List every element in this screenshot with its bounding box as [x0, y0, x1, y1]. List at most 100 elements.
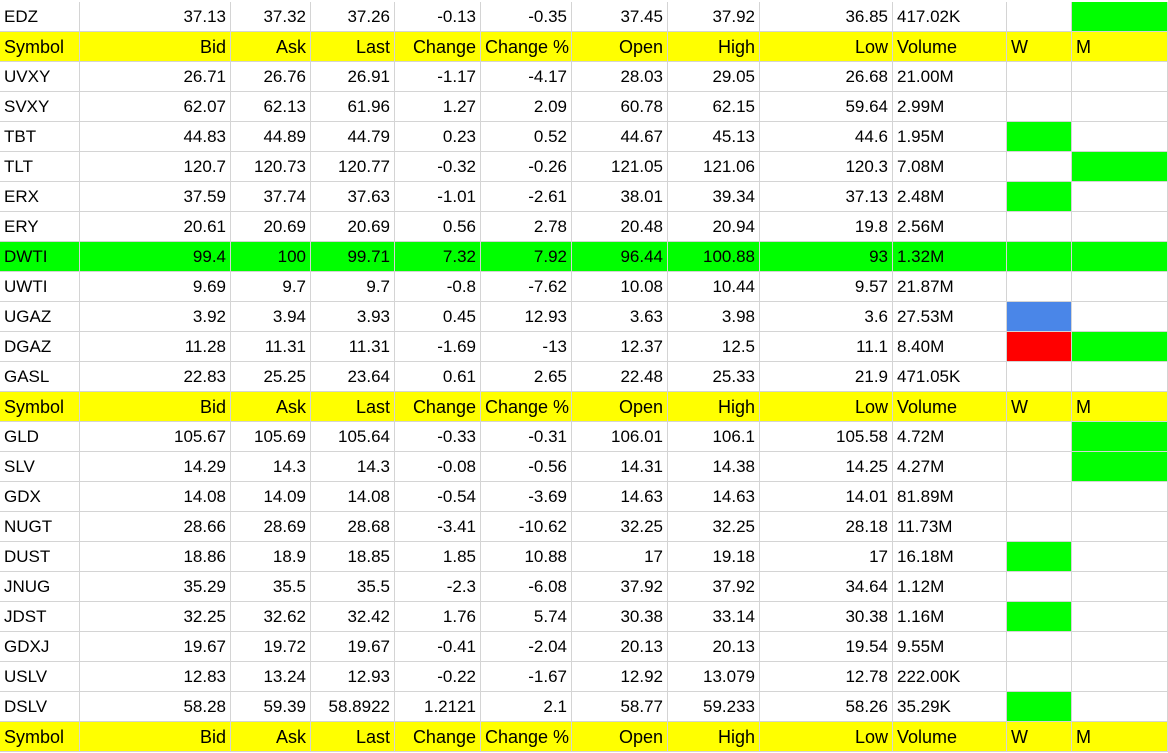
cell-open[interactable]: 20.48 [572, 212, 668, 242]
w-flag-cell[interactable] [1007, 542, 1072, 572]
cell-low[interactable]: 34.64 [760, 572, 893, 602]
m-flag-cell[interactable] [1072, 482, 1168, 512]
cell-symbol[interactable]: USLV [0, 662, 80, 692]
cell-low[interactable]: 12.78 [760, 662, 893, 692]
cell-change-pct[interactable]: -0.56 [481, 452, 572, 482]
cell-high[interactable]: 37.92 [668, 2, 760, 32]
table-row[interactable]: JNUG 35.29 35.5 35.5 -2.3 -6.08 37.92 37.92 34.6… [0, 572, 1168, 602]
cell-change[interactable]: -1.69 [395, 332, 481, 362]
cell-bid[interactable]: 37.13 [80, 2, 231, 32]
cell-volume[interactable]: 2.48M [893, 182, 1007, 212]
cell-low[interactable]: 120.3 [760, 152, 893, 182]
cell-ask[interactable]: 37.32 [231, 2, 311, 32]
cell-change[interactable]: -1.17 [395, 62, 481, 92]
cell-symbol[interactable]: SLV [0, 452, 80, 482]
cell-high[interactable]: 106.1 [668, 422, 760, 452]
cell-open[interactable]: 30.38 [572, 602, 668, 632]
cell-open[interactable]: 32.25 [572, 512, 668, 542]
column-header-symbol[interactable]: Symbol [0, 722, 80, 752]
highlighted-row[interactable]: DWTI 99.4 100 99.71 7.32 7.92 96.44 100.88 93 1.3… [0, 242, 1168, 272]
table-row[interactable]: ERX 37.59 37.74 37.63 -1.01 -2.61 38.01 39.34 37… [0, 182, 1168, 212]
w-flag-cell[interactable] [1007, 2, 1072, 32]
cell-high[interactable]: 59.233 [668, 692, 760, 722]
column-header-change-pct[interactable]: Change % [481, 392, 572, 422]
w-flag-cell[interactable] [1007, 272, 1072, 302]
column-header-symbol[interactable]: Symbol [0, 32, 80, 62]
cell-change[interactable]: -0.08 [395, 452, 481, 482]
cell-bid[interactable]: 62.07 [80, 92, 231, 122]
column-header-change-pct[interactable]: Change % [481, 722, 572, 752]
w-flag-cell[interactable] [1007, 62, 1072, 92]
cell-change[interactable]: -3.41 [395, 512, 481, 542]
cell-ask[interactable]: 19.72 [231, 632, 311, 662]
cell-low[interactable]: 3.6 [760, 302, 893, 332]
cell-low[interactable]: 9.57 [760, 272, 893, 302]
cell-open[interactable]: 12.37 [572, 332, 668, 362]
cell-last[interactable]: 14.3 [311, 452, 395, 482]
spreadsheet-grid[interactable]: EDZ 37.13 37.32 37.26 -0.13 -0.35 37.45 37.92 36… [0, 0, 1168, 753]
cell-last[interactable]: 28.68 [311, 512, 395, 542]
column-header-m[interactable]: M [1072, 32, 1168, 62]
column-header-bid[interactable]: Bid [80, 392, 231, 422]
column-header-m[interactable]: M [1072, 392, 1168, 422]
column-header-low[interactable]: Low [760, 32, 893, 62]
cell-open[interactable]: 14.63 [572, 482, 668, 512]
cell-ask[interactable]: 105.69 [231, 422, 311, 452]
cell-low[interactable]: 14.01 [760, 482, 893, 512]
cell-ask[interactable]: 59.39 [231, 692, 311, 722]
column-header-last[interactable]: Last [311, 722, 395, 752]
column-header-bid[interactable]: Bid [80, 32, 231, 62]
cell-open[interactable]: 12.92 [572, 662, 668, 692]
w-flag-cell[interactable] [1007, 152, 1072, 182]
cell-low[interactable]: 17 [760, 542, 893, 572]
cell-open[interactable]: 14.31 [572, 452, 668, 482]
cell-symbol[interactable]: DWTI [0, 242, 80, 272]
cell-change-pct[interactable]: -0.26 [481, 152, 572, 182]
cell-high[interactable]: 14.38 [668, 452, 760, 482]
cell-symbol[interactable]: JDST [0, 602, 80, 632]
column-header-symbol[interactable]: Symbol [0, 392, 80, 422]
w-flag-cell[interactable] [1007, 512, 1072, 542]
cell-last[interactable]: 18.85 [311, 542, 395, 572]
cell-low[interactable]: 105.58 [760, 422, 893, 452]
cell-change[interactable]: 1.2121 [395, 692, 481, 722]
cell-volume[interactable]: 2.56M [893, 212, 1007, 242]
cell-volume[interactable]: 471.05K [893, 362, 1007, 392]
cell-bid[interactable]: 11.28 [80, 332, 231, 362]
cell-change[interactable]: 0.61 [395, 362, 481, 392]
cell-last[interactable]: 14.08 [311, 482, 395, 512]
cell-change[interactable]: 0.23 [395, 122, 481, 152]
cell-high[interactable]: 20.94 [668, 212, 760, 242]
cell-high[interactable]: 13.079 [668, 662, 760, 692]
cell-high[interactable]: 19.18 [668, 542, 760, 572]
cell-low[interactable]: 58.26 [760, 692, 893, 722]
cell-ask[interactable]: 35.5 [231, 572, 311, 602]
m-flag-cell[interactable] [1072, 362, 1168, 392]
column-header-open[interactable]: Open [572, 32, 668, 62]
cell-bid[interactable]: 32.25 [80, 602, 231, 632]
cell-open[interactable]: 37.92 [572, 572, 668, 602]
cell-high[interactable]: 100.88 [668, 242, 760, 272]
cell-change-pct[interactable]: -10.62 [481, 512, 572, 542]
table-row[interactable]: UGAZ 3.92 3.94 3.93 0.45 12.93 3.63 3.98 3.6 27.5… [0, 302, 1168, 332]
cell-last[interactable]: 120.77 [311, 152, 395, 182]
cell-change[interactable]: 1.76 [395, 602, 481, 632]
cell-change-pct[interactable]: 12.93 [481, 302, 572, 332]
column-header-w[interactable]: W [1007, 392, 1072, 422]
table-row[interactable]: UWTI 9.69 9.7 9.7 -0.8 -7.62 10.08 10.44 9.57 21.… [0, 272, 1168, 302]
cell-last[interactable]: 58.8922 [311, 692, 395, 722]
cell-volume[interactable]: 1.16M [893, 602, 1007, 632]
column-header-last[interactable]: Last [311, 32, 395, 62]
cell-last[interactable]: 12.93 [311, 662, 395, 692]
cell-change-pct[interactable]: 2.09 [481, 92, 572, 122]
cell-change-pct[interactable]: 2.65 [481, 362, 572, 392]
table-row[interactable]: TLT 120.7 120.73 120.77 -0.32 -0.26 121.05 121.… [0, 152, 1168, 182]
cell-change[interactable]: 1.85 [395, 542, 481, 572]
column-header-ask[interactable]: Ask [231, 722, 311, 752]
cell-bid[interactable]: 37.59 [80, 182, 231, 212]
cell-open[interactable]: 121.05 [572, 152, 668, 182]
column-header-low[interactable]: Low [760, 392, 893, 422]
table-row[interactable]: UVXY 26.71 26.76 26.91 -1.17 -4.17 28.03 29.05 2… [0, 62, 1168, 92]
column-header-m[interactable]: M [1072, 722, 1168, 752]
cell-ask[interactable]: 62.13 [231, 92, 311, 122]
